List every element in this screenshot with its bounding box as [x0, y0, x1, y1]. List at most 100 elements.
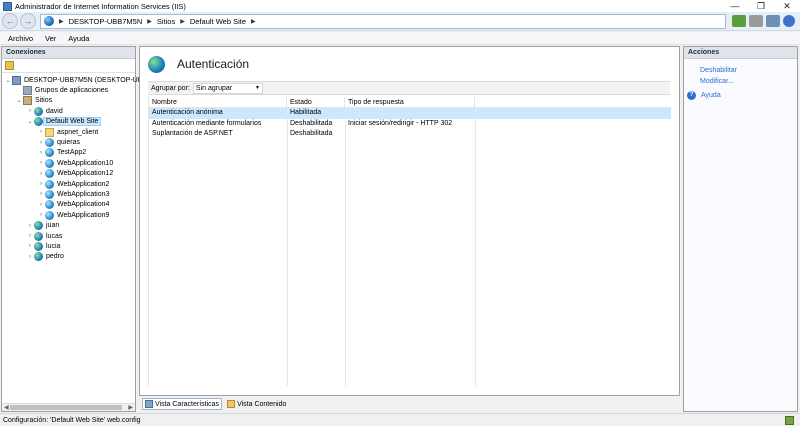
table-row[interactable]: Autenticación mediante formularios Deshab…	[149, 119, 671, 130]
toolbar-right	[732, 15, 795, 27]
chevron-right-icon[interactable]: ›	[37, 160, 45, 166]
tree-node-label: DESKTOP-UBB7M5N (DESKTOP-UBB	[24, 76, 148, 84]
tree-node[interactable]: › lucas	[2, 231, 135, 241]
tree-node[interactable]: › juan	[2, 220, 135, 231]
tree-node[interactable]: ⌄ Sitios	[2, 96, 135, 106]
column-header-nombre[interactable]: Nombre	[149, 97, 287, 107]
cell-status: Habilitada	[290, 109, 322, 116]
status-bar: Configuración: 'Default Web Site' web.co…	[0, 413, 800, 426]
chevron-right-icon[interactable]: ›	[37, 140, 45, 146]
tree-node[interactable]: › lucia	[2, 241, 135, 251]
globe-icon	[44, 16, 54, 26]
chevron-right-icon[interactable]: ›	[26, 254, 34, 260]
tree-node-label: david	[46, 107, 63, 115]
close-button[interactable]: ✕	[774, 0, 800, 12]
column-divider	[475, 108, 476, 386]
chevron-right-icon[interactable]: ›	[26, 233, 34, 239]
group-by-select[interactable]: Sin agrupar ▼	[192, 82, 263, 94]
cell-response: Iniciar sesión/redirigir - HTTP 302	[348, 119, 453, 127]
tree-node[interactable]: › david	[2, 106, 135, 116]
status-text: Configuración: 'Default Web Site' web.co…	[3, 416, 141, 424]
actions-header: Acciones	[684, 47, 797, 59]
chevron-right-icon[interactable]: ›	[37, 191, 45, 197]
stop-icon[interactable]	[749, 15, 763, 27]
tree-node[interactable]: › WebApplication9	[2, 210, 135, 220]
maximize-button[interactable]: ❐	[748, 0, 774, 12]
forward-button[interactable]: →	[20, 13, 36, 29]
window-title: Administrador de Internet Information Se…	[15, 1, 186, 11]
tree-node[interactable]: › TestApp2	[2, 148, 135, 158]
breadcrumb-server[interactable]: DESKTOP-UBB7M5N	[69, 17, 143, 26]
chevron-right-icon[interactable]: ›	[37, 202, 45, 208]
tree-node[interactable]: › WebApplication2	[2, 179, 135, 189]
scrollbar-thumb[interactable]	[10, 405, 122, 410]
table-row[interactable]: Autenticación anónima Habilitada	[149, 108, 671, 119]
chevron-right-icon[interactable]: ›	[26, 108, 34, 114]
tree-node-label: quieras	[57, 139, 80, 147]
tree-node-label: pedro	[46, 253, 64, 261]
action-edit[interactable]: Modificar...	[684, 77, 797, 88]
view-tabs: Vista Características Vista Contenido	[139, 397, 288, 411]
chevron-right-icon[interactable]: ›	[37, 212, 45, 218]
address-bar[interactable]: ▶ DESKTOP-UBB7M5N ▶ Sitios ▶ Default Web…	[40, 13, 726, 29]
scroll-left-icon[interactable]: ◀	[4, 404, 9, 412]
tree-node[interactable]: › aspnet_client	[2, 127, 135, 137]
tree-node[interactable]: Grupos de aplicaciones	[2, 85, 135, 96]
action-disable[interactable]: Deshabilitar	[684, 66, 797, 77]
chevron-down-icon[interactable]: ⌄	[4, 77, 12, 84]
chevron-right-icon[interactable]: ›	[37, 129, 45, 135]
globe-icon	[34, 252, 43, 262]
table-row[interactable]: Suplantación de ASP.NET Deshabilitada	[149, 129, 671, 140]
tree-node[interactable]: › WebApplication3	[2, 189, 135, 199]
connect-icon[interactable]	[5, 61, 14, 70]
network-status-icon	[785, 416, 794, 425]
breadcrumb-site[interactable]: Default Web Site	[190, 17, 246, 26]
breadcrumb-sites[interactable]: Sitios	[157, 17, 175, 26]
chevron-right-icon[interactable]: ›	[37, 150, 45, 156]
tree-node[interactable]: ⌄ DESKTOP-UBB7M5N (DESKTOP-UBB	[2, 75, 147, 85]
chevron-right-icon[interactable]: ›	[26, 243, 34, 249]
tree-node[interactable]: › WebApplication12	[2, 169, 135, 179]
menu-ver[interactable]: Ver	[45, 34, 56, 43]
tab-features-view[interactable]: Vista Características	[142, 398, 223, 410]
tree-node[interactable]: › WebApplication10	[2, 158, 135, 168]
tree-node-label: Sitios	[35, 97, 53, 105]
tree-node[interactable]: › pedro	[2, 252, 135, 262]
tree-node-label: WebApplication10	[57, 159, 114, 167]
feature-panel: Autenticación Agrupar por: Sin agrupar ▼…	[139, 46, 680, 396]
help-icon[interactable]	[783, 15, 795, 27]
minimize-button[interactable]: —	[722, 0, 748, 12]
web-app-icon	[45, 158, 54, 168]
menu-ayuda[interactable]: Ayuda	[68, 34, 89, 43]
go-icon[interactable]	[732, 15, 746, 27]
tree-node[interactable]: › WebApplication4	[2, 200, 135, 210]
chevron-down-icon[interactable]: ⌄	[26, 118, 34, 125]
globe-icon	[34, 117, 43, 127]
grid-header: Nombre Estado Tipo de respuesta	[149, 97, 671, 108]
server-icon	[12, 75, 21, 85]
globe-icon	[34, 231, 43, 241]
tree-node-label: Default Web Site	[43, 117, 102, 127]
chevron-right-icon[interactable]: ›	[26, 223, 34, 229]
tab-content-view-label: Vista Contenido	[237, 400, 287, 408]
tree-node-label: juan	[46, 222, 60, 230]
tree-node[interactable]: ⌄ Default Web Site	[2, 117, 135, 127]
app-pool-icon	[23, 86, 32, 96]
tree-node-label: lucia	[46, 242, 61, 250]
tab-content-view[interactable]: Vista Contenido	[225, 398, 288, 410]
tree-node[interactable]: › quieras	[2, 137, 135, 148]
action-help[interactable]: Ayuda	[701, 92, 721, 99]
action-help-row[interactable]: ? Ayuda	[684, 91, 797, 100]
scroll-right-icon[interactable]: ▶	[128, 404, 133, 412]
column-header-estado[interactable]: Estado	[287, 97, 345, 107]
column-header-tipo[interactable]: Tipo de respuesta	[345, 97, 475, 107]
column-divider	[287, 108, 288, 386]
menu-archivo[interactable]: Archivo	[8, 34, 33, 43]
chevron-right-icon[interactable]: ›	[37, 171, 45, 177]
horizontal-scrollbar[interactable]: ◀ ▶	[2, 403, 135, 411]
back-button[interactable]: ←	[2, 13, 18, 29]
chevron-down-icon[interactable]: ⌄	[15, 97, 23, 104]
tree-node-label: TestApp2	[57, 149, 87, 157]
chevron-right-icon[interactable]: ›	[37, 181, 45, 187]
home-icon[interactable]	[766, 15, 780, 27]
